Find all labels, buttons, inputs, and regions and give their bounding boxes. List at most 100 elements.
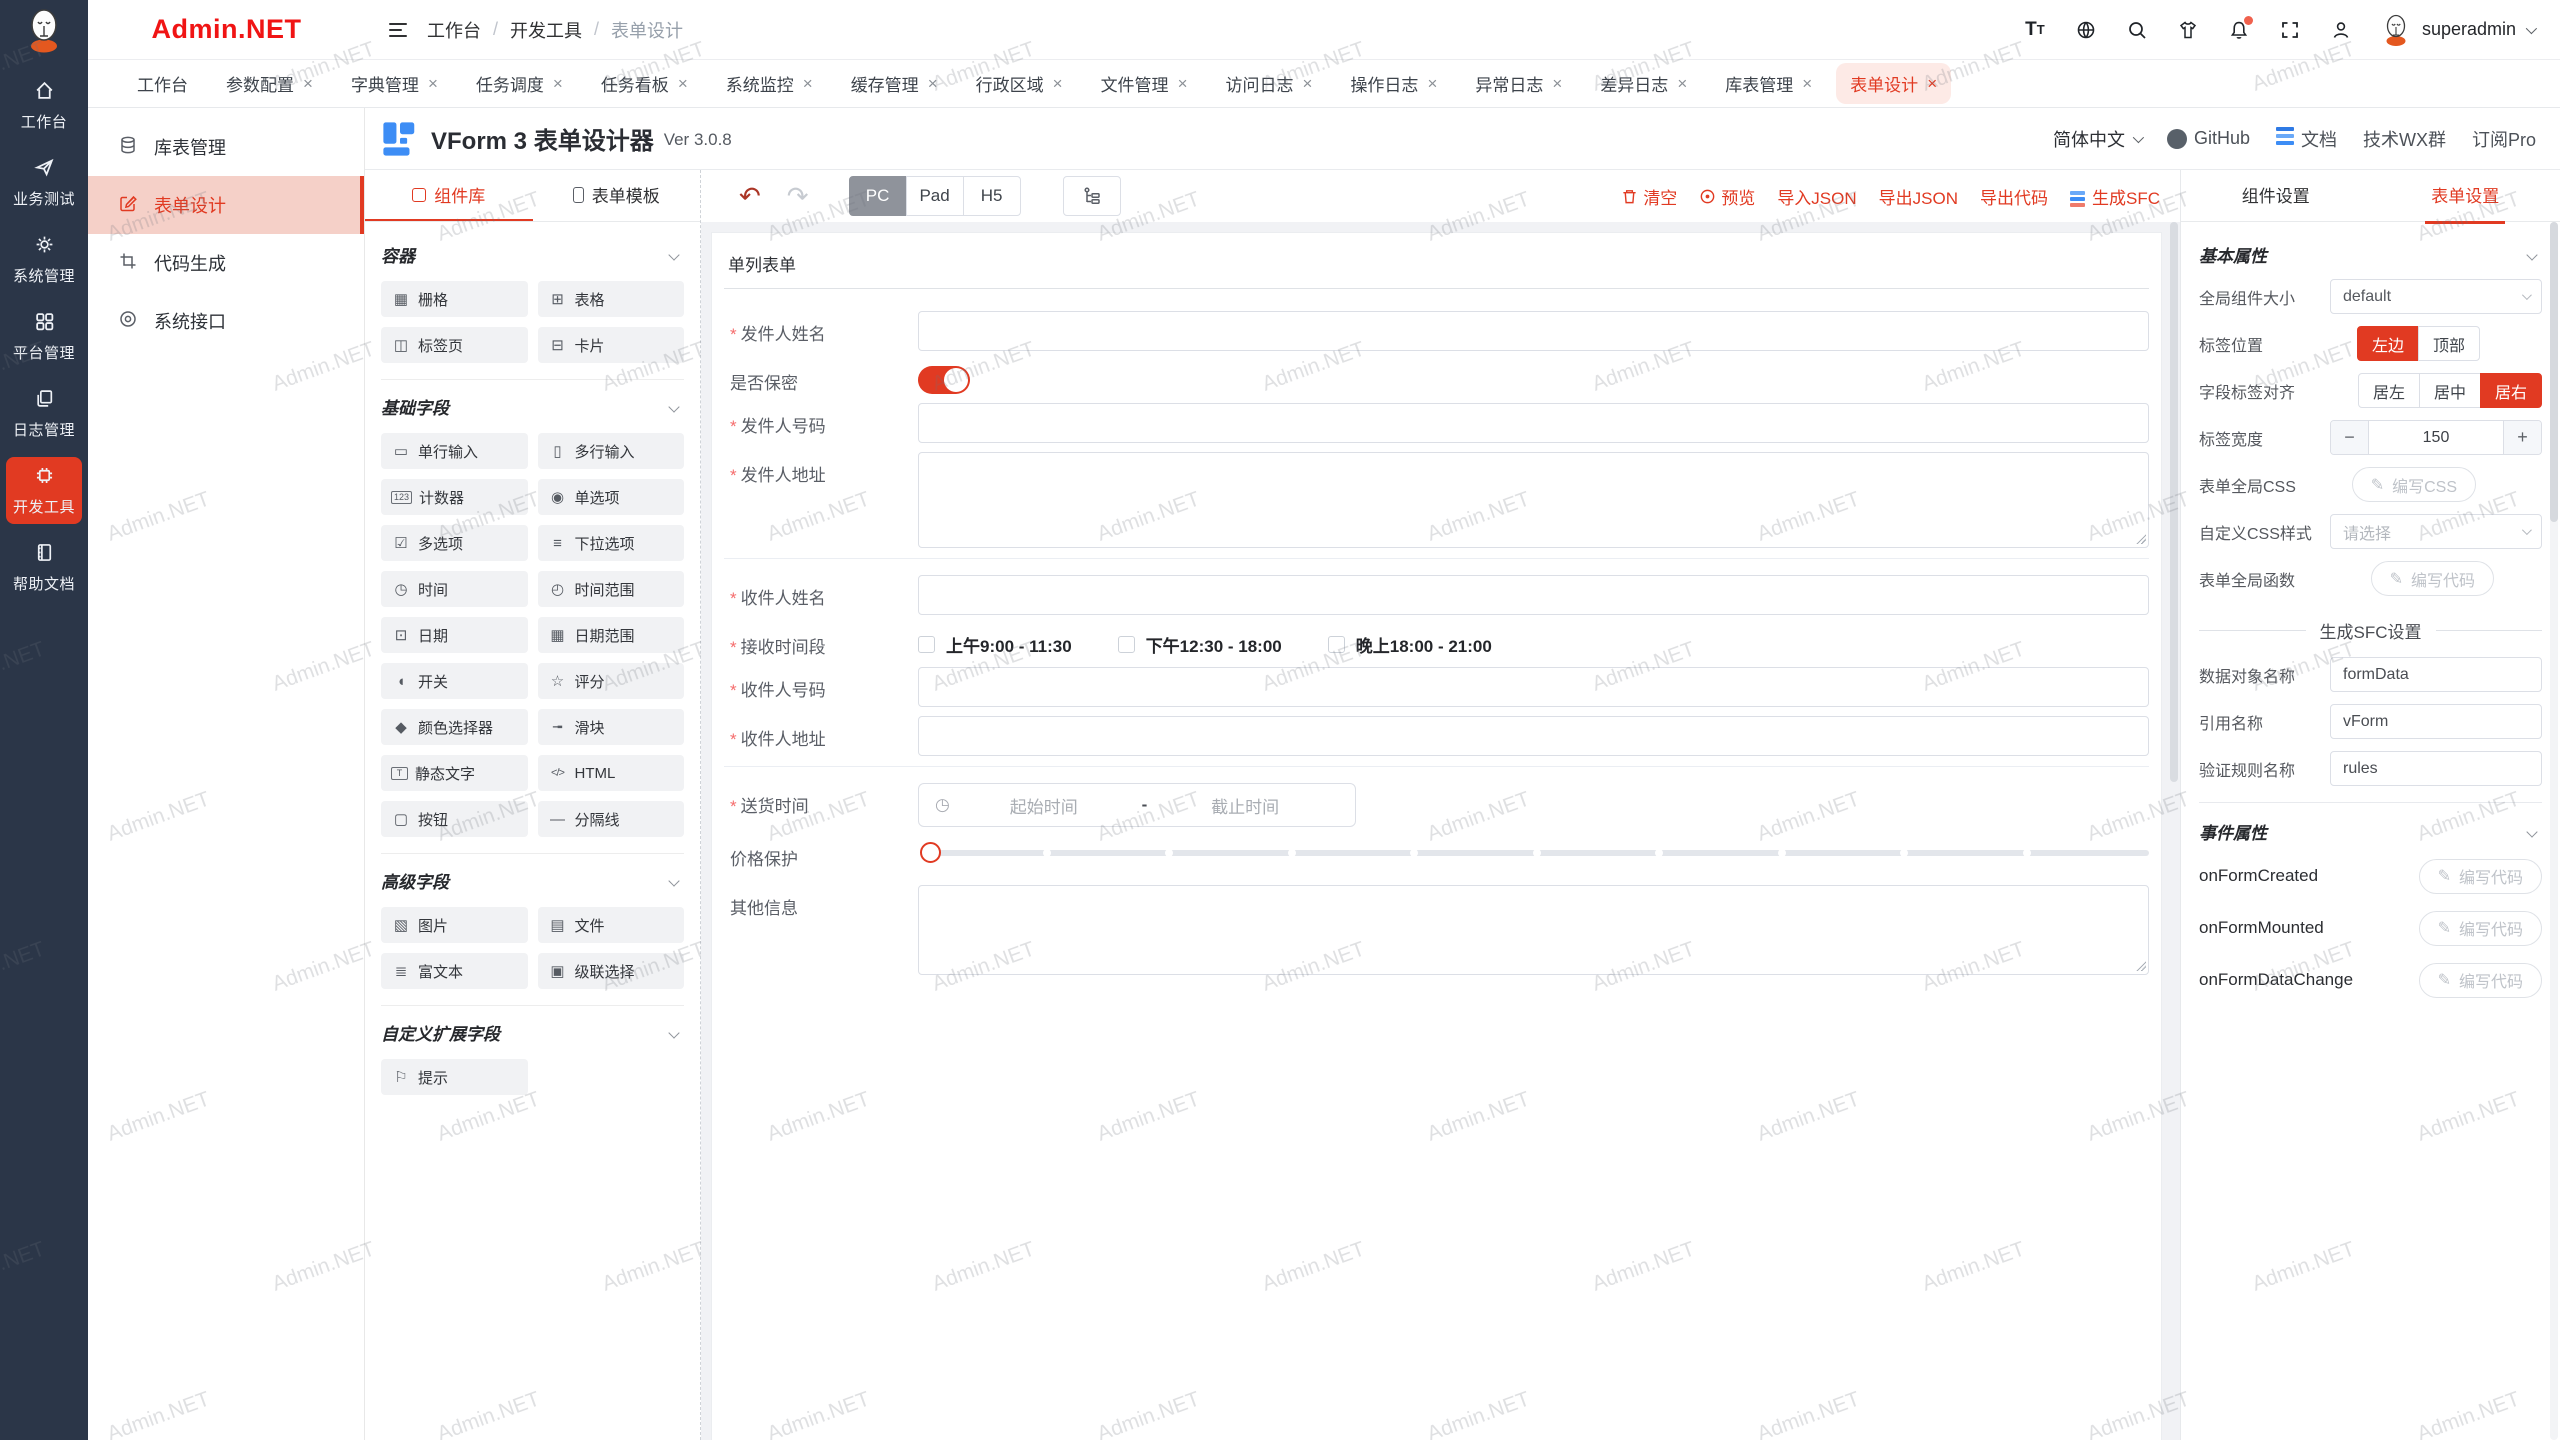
field-receiver-address[interactable]: *收件人地址 (722, 716, 2151, 756)
tab-close-icon[interactable]: × (1178, 75, 1188, 92)
sender-name-input[interactable] (918, 311, 2149, 351)
field-is-secret[interactable]: 是否保密 (722, 360, 2151, 394)
secret-switch[interactable] (918, 366, 970, 394)
widget-divider[interactable]: —分隔线 (538, 801, 685, 837)
sidebar-item-table-mgmt[interactable]: 库表管理 (88, 118, 364, 176)
widget-static-text[interactable]: T静态文字 (381, 755, 528, 791)
canvas-scrollbar[interactable] (2170, 222, 2178, 1440)
redo-icon[interactable]: ↷ (787, 183, 809, 209)
wx-group-link[interactable]: 技术WX群 (2363, 126, 2446, 152)
notification-bell-icon[interactable] (2227, 18, 2251, 42)
language-select[interactable]: 简体中文 (2053, 126, 2141, 152)
receiver-address-input[interactable] (918, 716, 2149, 756)
clear-button[interactable]: 清空 (1621, 184, 1677, 209)
ref-name-input[interactable]: vForm (2330, 704, 2542, 739)
tab-item[interactable]: 访问日志× (1212, 63, 1327, 104)
form-canvas[interactable]: 单列表单 *发件人姓名 是否保密 (711, 232, 2162, 1440)
widget-html[interactable]: </>HTML (538, 755, 685, 791)
data-object-name-input[interactable]: formData (2330, 657, 2542, 692)
checkbox-icon[interactable] (1328, 636, 1345, 653)
tab-close-icon[interactable]: × (1303, 75, 1313, 92)
tab-close-icon[interactable]: × (428, 75, 438, 92)
breadcrumb-item[interactable]: 工作台 (427, 17, 481, 43)
sidebar-item-form-design[interactable]: 表单设计 (88, 176, 364, 234)
rail-item-workbench[interactable]: 工作台 (6, 72, 82, 139)
export-code-button[interactable]: 导出代码 (1980, 184, 2048, 209)
tab-widget-settings[interactable]: 组件设置 (2181, 170, 2371, 221)
widget-switch[interactable]: ◖开关 (381, 663, 528, 699)
other-info-textarea[interactable] (918, 885, 2149, 975)
write-code-button[interactable]: ✎ 编写代码 (2419, 911, 2542, 946)
tab-form-templates[interactable]: 表单模板 (533, 170, 701, 221)
widget-bell[interactable]: ⚐提示 (381, 1059, 528, 1095)
docs-link[interactable]: 文档 (2276, 126, 2337, 152)
field-receive-period[interactable]: *接收时间段 上午9:00 - 11:30下午12:30 - 18:00晚上18… (722, 624, 2151, 658)
rail-item-system-mgmt[interactable]: 系统管理 (6, 226, 82, 293)
widget-checkbox[interactable]: ☑多选项 (381, 525, 528, 561)
widget-date-range[interactable]: ▦日期范围 (538, 617, 685, 653)
tab-item[interactable]: 差异日志× (1586, 63, 1701, 104)
tab-close-icon[interactable]: × (1427, 75, 1437, 92)
field-delivery-time[interactable]: *送货时间 ◷ 起始时间 - 截止时间 (722, 783, 2151, 827)
tab-close-icon[interactable]: × (1927, 75, 1937, 92)
widget-time-range[interactable]: ◴时间范围 (538, 571, 685, 607)
breadcrumb-item[interactable]: 开发工具 (510, 17, 582, 43)
collapse-menu-icon[interactable] (387, 17, 409, 43)
settings-scrollbar[interactable] (2550, 222, 2558, 1440)
rail-item-dev-tools[interactable]: 开发工具 (6, 457, 82, 524)
widget-date[interactable]: ⊡日期 (381, 617, 528, 653)
node-tree-button[interactable] (1063, 176, 1121, 216)
field-price-protection[interactable]: 价格保护 (722, 836, 2151, 876)
slider-handle[interactable] (920, 842, 941, 863)
tab-item[interactable]: 异常日志× (1461, 63, 1576, 104)
field-sender-address[interactable]: *发件人地址 (722, 452, 2151, 548)
checkbox-option[interactable]: 下午12:30 - 18:00 (1118, 632, 1282, 657)
language-icon[interactable] (2074, 18, 2098, 42)
tab-item[interactable]: 任务调度× (462, 63, 577, 104)
profile-icon[interactable] (2329, 18, 2353, 42)
price-protection-slider[interactable] (918, 836, 2149, 876)
label-position-top-button[interactable]: 顶部 (2418, 326, 2480, 361)
field-sender-name[interactable]: *发件人姓名 (722, 311, 2151, 351)
basic-props-header[interactable]: 基本属性 (2199, 228, 2542, 273)
generate-sfc-button[interactable]: 生成SFC (2070, 184, 2160, 209)
rules-name-input[interactable]: rules (2330, 751, 2542, 786)
theme-icon[interactable] (2176, 18, 2200, 42)
section-header[interactable]: 高级字段 (381, 868, 684, 893)
tab-item[interactable]: 任务看板× (587, 63, 702, 104)
field-receiver-phone[interactable]: *收件人号码 (722, 667, 2151, 707)
widget-radio[interactable]: ◉单选项 (538, 479, 685, 515)
fullscreen-icon[interactable] (2278, 18, 2302, 42)
align-center-button[interactable]: 居中 (2419, 373, 2481, 408)
tab-close-icon[interactable]: × (303, 75, 313, 92)
widget-rich-text[interactable]: ≣富文本 (381, 953, 528, 989)
subscribe-pro-link[interactable]: 订阅Pro (2472, 126, 2536, 152)
widget-time[interactable]: ◷时间 (381, 571, 528, 607)
write-css-button[interactable]: ✎ 编写CSS (2352, 467, 2476, 502)
user-menu[interactable]: superadmin (2380, 13, 2534, 47)
write-code-button[interactable]: ✎ 编写代码 (2419, 963, 2542, 998)
tab-item[interactable]: 操作日志× (1336, 63, 1451, 104)
tab-item[interactable]: 参数配置× (212, 63, 327, 104)
tab-widget-library[interactable]: 组件库 (365, 170, 533, 221)
widget-single-input[interactable]: ▭单行输入 (381, 433, 528, 469)
widget-select[interactable]: ≡下拉选项 (538, 525, 685, 561)
tab-item[interactable]: 工作台 (123, 63, 202, 104)
checkbox-icon[interactable] (918, 636, 935, 653)
write-code-button[interactable]: ✎ 编写代码 (2419, 859, 2542, 894)
widget-number[interactable]: 123计数器 (381, 479, 528, 515)
device-h5-button[interactable]: H5 (963, 176, 1021, 216)
tab-item[interactable]: 库表管理× (1711, 63, 1826, 104)
font-size-icon[interactable]: TT (2023, 18, 2047, 42)
import-json-button[interactable]: 导入JSON (1777, 184, 1856, 209)
increase-button[interactable]: + (2503, 421, 2541, 454)
widget-file[interactable]: ▤文件 (538, 907, 685, 943)
search-icon[interactable] (2125, 18, 2149, 42)
undo-icon[interactable]: ↶ (739, 183, 761, 209)
sender-phone-input[interactable] (918, 403, 2149, 443)
tab-item[interactable]: 缓存管理× (837, 63, 952, 104)
event-props-header[interactable]: 事件属性 (2199, 805, 2542, 850)
slider-track[interactable] (924, 850, 2149, 856)
rail-item-log-mgmt[interactable]: 日志管理 (6, 380, 82, 447)
receiver-name-input[interactable] (918, 575, 2149, 615)
